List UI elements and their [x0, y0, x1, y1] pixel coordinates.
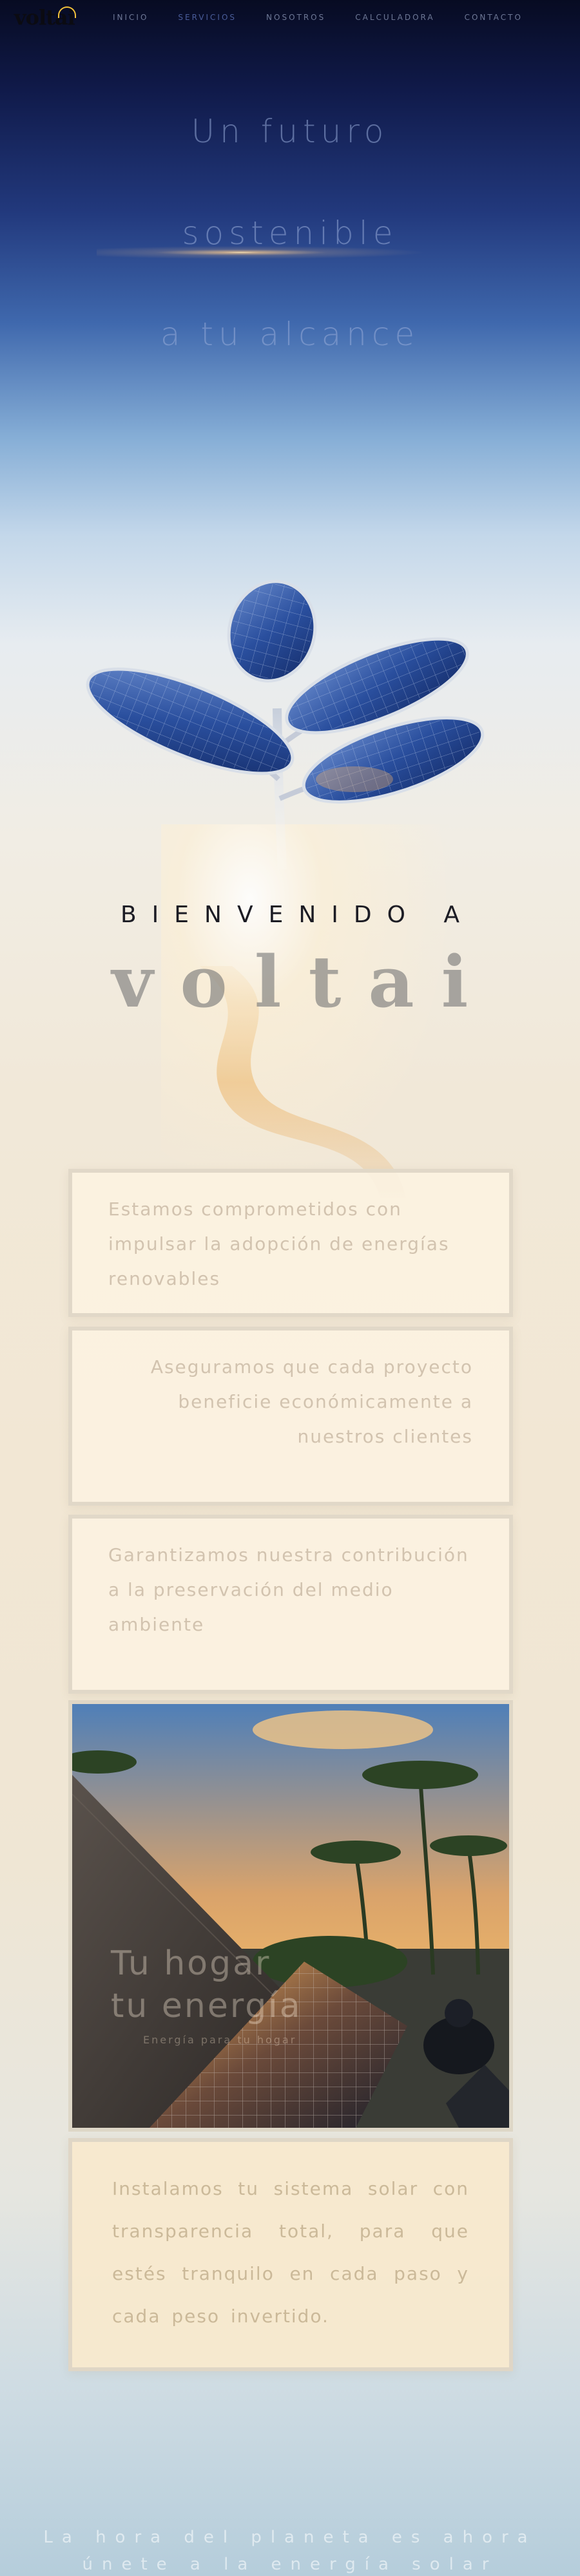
- photo-subtitle: Energía para tu hogar: [143, 2034, 297, 2046]
- hero-line-2: sostenible: [182, 214, 398, 252]
- nav-item-inicio[interactable]: INICIO: [113, 13, 148, 22]
- tropical-solar-roof-image: [72, 1704, 509, 2128]
- hero-line-1: Un futuro: [191, 113, 389, 150]
- welcome-heading: BIENVENIDO A: [120, 902, 476, 928]
- environment-card: Garantizamos nuestra contribución a la p…: [68, 1515, 513, 1694]
- nav-item-servicios[interactable]: SERVICIOS: [178, 13, 237, 22]
- solar-roof-photo: Tu hogar tu energía Energía para tu hoga…: [68, 1700, 513, 2132]
- photo-title-line-2: tu energía: [111, 1987, 302, 2025]
- brand-wordmark: voltai: [111, 940, 496, 1023]
- nav-item-calculadora[interactable]: CALCULADORA: [355, 13, 434, 22]
- footer-line-1: La hora del planeta es ahora: [43, 2528, 537, 2547]
- photo-title: Tu hogar tu energía: [111, 1942, 302, 2027]
- commitment-card: Estamos comprometidos con impulsar la ad…: [68, 1169, 513, 1317]
- nav-item-nosotros[interactable]: NOSOTROS: [266, 13, 325, 22]
- nav-item-contacto[interactable]: CONTACTO: [465, 13, 523, 22]
- transparency-card: Instalamos tu sistema solar con transpar…: [68, 2138, 513, 2371]
- top-nav: voltai INICIO SERVICIOS NOSOTROS CALCULA…: [0, 0, 580, 39]
- hero-line-3: a tu alcance: [160, 316, 420, 353]
- economic-benefit-card: Aseguramos que cada proyecto beneficie e…: [68, 1327, 513, 1506]
- photo-title-line-1: Tu hogar: [111, 1944, 271, 1983]
- solar-leaf-plant-image: [86, 580, 485, 870]
- footer-line-2: únete a la energía solar: [82, 2555, 498, 2574]
- nav-menu: INICIO SERVICIOS NOSOTROS CALCULADORA CO…: [113, 13, 523, 22]
